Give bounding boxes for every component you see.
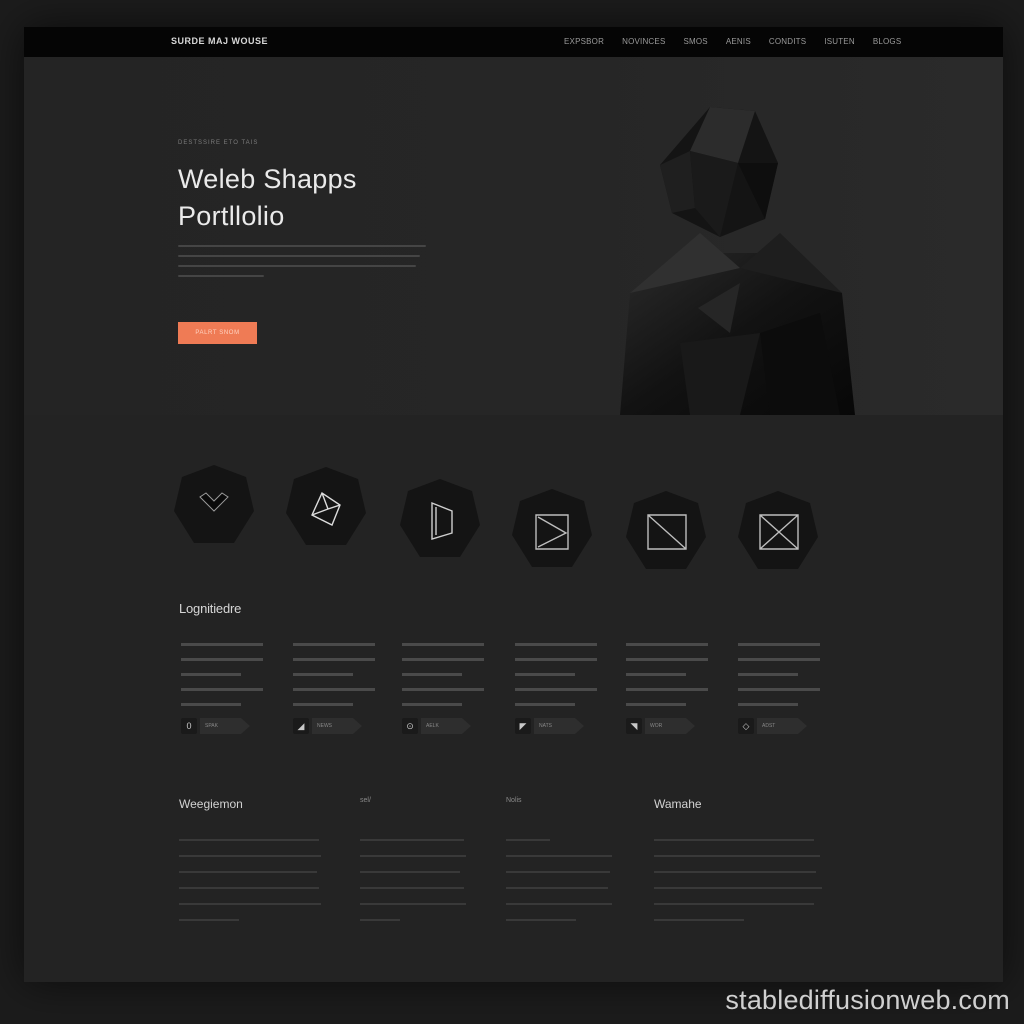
nav-item-3[interactable]: SMOS	[683, 37, 707, 46]
chip-icon: ⊙	[402, 718, 418, 734]
text-line	[402, 688, 484, 691]
text-line	[515, 643, 597, 646]
text-line	[181, 688, 263, 691]
x-box-icon[interactable]	[736, 489, 820, 573]
top-navigation-bar: SURDE MAJ WOUSE EXPSBOR NOVINCES SMOS AE…	[24, 27, 1003, 57]
hero-title: Weleb Shapps Portllolio	[178, 161, 357, 235]
feature-column-2: ◢ NEWS	[293, 643, 375, 734]
footer-title: Weegiemon	[179, 797, 243, 811]
text-line	[738, 703, 798, 706]
chip-label: SPAK	[200, 718, 250, 734]
column-link[interactable]: ◢ NEWS	[293, 718, 375, 734]
chip-label: NATS	[534, 718, 584, 734]
text-line	[181, 658, 263, 661]
nav-item-1[interactable]: EXPSBOR	[564, 37, 604, 46]
text-line	[181, 643, 263, 646]
text-line	[738, 643, 820, 646]
chip-label: WOR	[645, 718, 695, 734]
footer-text	[179, 839, 324, 921]
footer-text	[506, 839, 616, 921]
chip-icon: ◇	[738, 718, 754, 734]
nav-item-2[interactable]: NOVINCES	[622, 37, 665, 46]
text-line	[402, 658, 484, 661]
nav-item-5[interactable]: CONDITS	[769, 37, 806, 46]
footer-title: sel/	[360, 797, 371, 804]
fold-icon[interactable]	[398, 477, 482, 561]
footer-column-1: Weegiemon	[179, 797, 324, 935]
text-line	[626, 643, 708, 646]
text-line	[626, 673, 686, 676]
text-line	[626, 688, 708, 691]
hero-section: DESTSSIRE ETO TAIS Weleb Shapps Portllol…	[24, 57, 1003, 415]
text-line	[738, 658, 820, 661]
feature-column-5: ◥ WOR	[626, 643, 708, 734]
text-line	[293, 673, 353, 676]
chip-icon: ◢	[293, 718, 309, 734]
page-frame: SURDE MAJ WOUSE EXPSBOR NOVINCES SMOS AE…	[24, 27, 1003, 982]
cta-button[interactable]: PALRT SNOM	[178, 322, 257, 344]
play-box-icon[interactable]	[510, 487, 594, 571]
nav-menu: EXPSBOR NOVINCES SMOS AENIS CONDITS ISUT…	[564, 37, 919, 46]
nav-item-4[interactable]: AENIS	[726, 37, 751, 46]
column-link[interactable]: ◇ ADST	[738, 718, 820, 734]
text-line	[738, 673, 798, 676]
text-line	[293, 658, 375, 661]
text-line	[181, 703, 241, 706]
text-line	[515, 658, 597, 661]
hero-title-line-2: Portllolio	[178, 201, 285, 231]
text-line	[402, 703, 462, 706]
hero-eyebrow: DESTSSIRE ETO TAIS	[178, 140, 259, 146]
column-link[interactable]: ⊙ AELK	[402, 718, 484, 734]
text-line	[293, 643, 375, 646]
hero-title-line-1: Weleb Shapps	[178, 164, 357, 194]
feature-column-4: ◤ NATS	[515, 643, 597, 734]
text-line	[626, 703, 686, 706]
footer-title: Nolis	[506, 797, 522, 804]
text-line	[402, 673, 462, 676]
text-line	[293, 703, 353, 706]
hero-description	[178, 245, 426, 285]
column-link[interactable]: ◥ WOR	[626, 718, 708, 734]
text-line	[293, 688, 375, 691]
text-line	[515, 688, 597, 691]
feature-icons-row	[172, 463, 832, 578]
text-line	[178, 265, 416, 267]
chip-label: NEWS	[312, 718, 362, 734]
footer-column-3: Nolis	[506, 797, 616, 935]
feature-column-1: 0 SPAK	[181, 643, 263, 734]
chip-label: ADST	[757, 718, 807, 734]
text-line	[626, 658, 708, 661]
feature-column-3: ⊙ AELK	[402, 643, 484, 734]
nav-item-7[interactable]: BLOGS	[873, 37, 902, 46]
footer-column-2: sel/	[360, 797, 470, 935]
text-line	[515, 703, 575, 706]
footer-text	[360, 839, 470, 921]
chip-label: AELK	[421, 718, 471, 734]
column-link[interactable]: 0 SPAK	[181, 718, 263, 734]
footer-text	[654, 839, 824, 921]
feature-column-6: ◇ ADST	[738, 643, 820, 734]
text-line	[402, 643, 484, 646]
text-line	[738, 688, 820, 691]
watermark-text: stablediffusionweb.com	[725, 985, 1010, 1015]
chip-icon: ◤	[515, 718, 531, 734]
column-link[interactable]: ◤ NATS	[515, 718, 597, 734]
chip-icon: ◥	[626, 718, 642, 734]
text-line	[515, 673, 575, 676]
chip-icon: 0	[181, 718, 197, 734]
text-line	[178, 255, 420, 257]
footer-title: Wamahe	[654, 797, 702, 811]
hooded-figure-illustration	[620, 107, 855, 415]
text-line	[178, 245, 426, 247]
brand-logo[interactable]: SURDE MAJ WOUSE	[171, 36, 268, 46]
slash-box-icon[interactable]	[624, 489, 708, 573]
cube-icon[interactable]	[284, 465, 368, 549]
heart-icon[interactable]	[172, 463, 256, 547]
footer-column-4: Wamahe	[654, 797, 824, 935]
text-line	[181, 673, 241, 676]
text-line	[178, 275, 264, 277]
nav-item-6[interactable]: ISUTEN	[824, 37, 855, 46]
section-heading: Lognitiedre	[179, 601, 242, 616]
